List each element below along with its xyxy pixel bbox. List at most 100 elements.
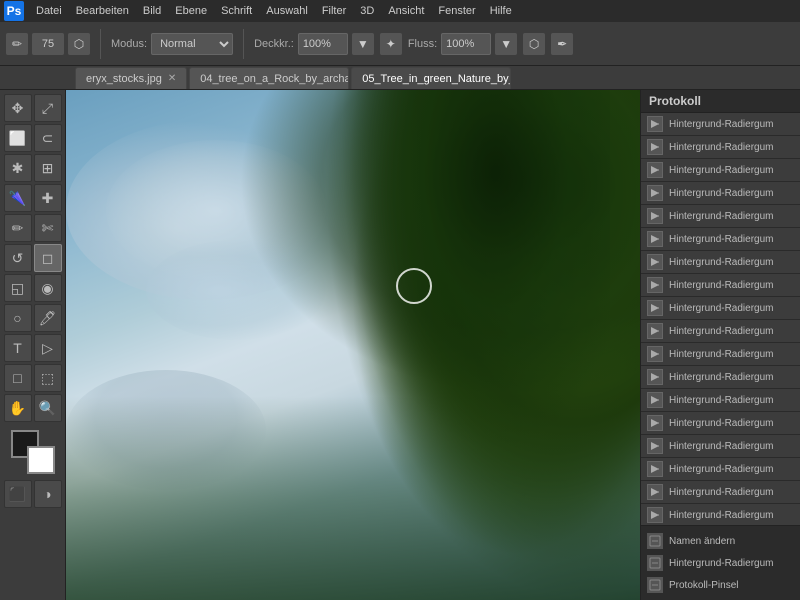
menu-3d[interactable]: 3D — [354, 3, 380, 19]
history-item-label-3: Hintergrund-Radiergum — [669, 188, 774, 199]
history-item-15[interactable]: Hintergrund-Radiergum — [641, 458, 800, 481]
shape-tool[interactable]: □ — [4, 364, 32, 392]
zoom-tool[interactable]: 🔍 — [34, 394, 62, 422]
history-item-6[interactable]: Hintergrund-Radiergum — [641, 251, 800, 274]
tool-row-7: ◱ ◉ — [4, 274, 62, 302]
fluss-input[interactable] — [441, 33, 491, 55]
deckraft-input[interactable] — [298, 33, 348, 55]
history-item-7[interactable]: Hintergrund-Radiergum — [641, 274, 800, 297]
eyedropper-tool[interactable]: 🌂 — [4, 184, 32, 212]
pressure-icon[interactable]: ⬡ — [523, 33, 545, 55]
fluss-label: Fluss: — [408, 38, 437, 50]
brush-options-icon[interactable]: ⬡ — [68, 33, 90, 55]
history-item-1[interactable]: Hintergrund-Radiergum — [641, 136, 800, 159]
menu-schrift[interactable]: Schrift — [215, 3, 258, 19]
brush-settings-icon[interactable]: 75 — [32, 33, 64, 55]
crop-tool[interactable]: ⊞ — [34, 154, 62, 182]
clone-tool[interactable]: ✄ — [34, 214, 62, 242]
brush-tool-icon[interactable]: ✏ — [6, 33, 28, 55]
text-tool[interactable]: T — [4, 334, 32, 362]
marquee-tool[interactable]: ⬜ — [4, 124, 32, 152]
history-item-icon-14 — [647, 438, 663, 454]
menu-auswahl[interactable]: Auswahl — [260, 3, 314, 19]
history-item-0[interactable]: Hintergrund-Radiergum — [641, 113, 800, 136]
menu-filter[interactable]: Filter — [316, 3, 352, 19]
stylus-icon[interactable]: ✒ — [551, 33, 573, 55]
history-item-10[interactable]: Hintergrund-Radiergum — [641, 343, 800, 366]
tab-1[interactable]: 04_tree_on_a_Rock_by_archaeopteryx_stock… — [189, 67, 349, 89]
tool-row-5: ✏ ✄ — [4, 214, 62, 242]
tool-row-9: T ▷ — [4, 334, 62, 362]
footer-icon-2 — [647, 577, 663, 593]
brush-tool[interactable]: ✏ — [4, 214, 32, 242]
history-item-label-2: Hintergrund-Radiergum — [669, 165, 774, 176]
tab-2[interactable]: 05_Tree_in_green_Nature_by_arc ✕ — [351, 67, 511, 89]
menu-datei[interactable]: Datei — [30, 3, 68, 19]
history-item-icon-8 — [647, 300, 663, 316]
history-item-label-11: Hintergrund-Radiergum — [669, 372, 774, 383]
fluss-arrow[interactable]: ▼ — [495, 33, 517, 55]
history-item-4[interactable]: Hintergrund-Radiergum — [641, 205, 800, 228]
tool-row-11: ✋ 🔍 — [4, 394, 62, 422]
tab-close-0[interactable]: ✕ — [168, 73, 176, 84]
history-item-16[interactable]: Hintergrund-Radiergum — [641, 481, 800, 504]
bottom-foliage — [66, 396, 640, 600]
history-item-17[interactable]: Hintergrund-Radiergum — [641, 504, 800, 525]
foreground-background[interactable] — [11, 430, 55, 474]
healing-tool[interactable]: ✚ — [34, 184, 62, 212]
menu-ansicht[interactable]: Ansicht — [382, 3, 430, 19]
history-item-13[interactable]: Hintergrund-Radiergum — [641, 412, 800, 435]
panel-footer-item-0[interactable]: Namen ändern — [647, 530, 794, 552]
tool-row-6: ↺ ◻ — [4, 244, 62, 272]
tabs: eryx_stocks.jpg ✕ 04_tree_on_a_Rock_by_a… — [0, 66, 800, 90]
blur-tool[interactable]: ◉ — [34, 274, 62, 302]
history-item-2[interactable]: Hintergrund-Radiergum — [641, 159, 800, 182]
gradient-tool[interactable]: ◱ — [4, 274, 32, 302]
history-item-12[interactable]: Hintergrund-Radiergum — [641, 389, 800, 412]
menu-fenster[interactable]: Fenster — [432, 3, 481, 19]
tool-row-2: ⬜ ⊂ — [4, 124, 62, 152]
tab-0[interactable]: eryx_stocks.jpg ✕ — [75, 67, 187, 89]
eraser-tool[interactable]: ◻ — [34, 244, 62, 272]
history-item-label-8: Hintergrund-Radiergum — [669, 303, 774, 314]
history-item-3[interactable]: Hintergrund-Radiergum — [641, 182, 800, 205]
lasso-tool[interactable]: ⊂ — [34, 124, 62, 152]
history-item-icon-17 — [647, 507, 663, 523]
menu-bearbeiten[interactable]: Bearbeiten — [70, 3, 135, 19]
menu-ebene[interactable]: Ebene — [169, 3, 213, 19]
history-brush-tool[interactable]: ↺ — [4, 244, 32, 272]
artboard-tool[interactable]: ⤢ — [34, 94, 62, 122]
move-tool[interactable]: ✥ — [4, 94, 32, 122]
pen-tool[interactable]: 🖊 — [34, 304, 62, 332]
history-item-14[interactable]: Hintergrund-Radiergum — [641, 435, 800, 458]
deckraft-arrow[interactable]: ▼ — [352, 33, 374, 55]
history-item-label-7: Hintergrund-Radiergum — [669, 280, 774, 291]
screen-mode-tool[interactable]: ⬛ — [4, 480, 32, 508]
footer-label-0: Namen ändern — [669, 536, 735, 547]
history-item-label-5: Hintergrund-Radiergum — [669, 234, 774, 245]
hand-tool[interactable]: ✋ — [4, 394, 32, 422]
footer-label-2: Protokoll-Pinsel — [669, 580, 738, 591]
tool-row-1: ✥ ⤢ — [4, 94, 62, 122]
history-item-9[interactable]: Hintergrund-Radiergum — [641, 320, 800, 343]
history-item-11[interactable]: Hintergrund-Radiergum — [641, 366, 800, 389]
tool-row-8: ○ 🖊 — [4, 304, 62, 332]
history-item-8[interactable]: Hintergrund-Radiergum — [641, 297, 800, 320]
panel-footer-item-1[interactable]: Hintergrund-Radiergum — [647, 552, 794, 574]
footer-label-1: Hintergrund-Radiergum — [669, 558, 774, 569]
panel-footer-item-2[interactable]: Protokoll-Pinsel — [647, 574, 794, 596]
tool-row-extra: ⬛ ◑ — [4, 480, 62, 508]
magic-wand-tool[interactable]: ✱ — [4, 154, 32, 182]
rect-select-tool[interactable]: ⬚ — [34, 364, 62, 392]
background-color[interactable] — [27, 446, 55, 474]
history-item-5[interactable]: Hintergrund-Radiergum — [641, 228, 800, 251]
menu-bild[interactable]: Bild — [137, 3, 167, 19]
canvas-area[interactable] — [66, 90, 640, 600]
path-select-tool[interactable]: ▷ — [34, 334, 62, 362]
airbrush-icon[interactable]: ✦ — [380, 33, 402, 55]
quick-mask-tool[interactable]: ◑ — [34, 480, 62, 508]
dodge-tool[interactable]: ○ — [4, 304, 32, 332]
separator-2 — [243, 29, 244, 59]
modus-select[interactable]: Normal Auflösen Abdunkeln — [151, 33, 233, 55]
menu-hilfe[interactable]: Hilfe — [484, 3, 518, 19]
